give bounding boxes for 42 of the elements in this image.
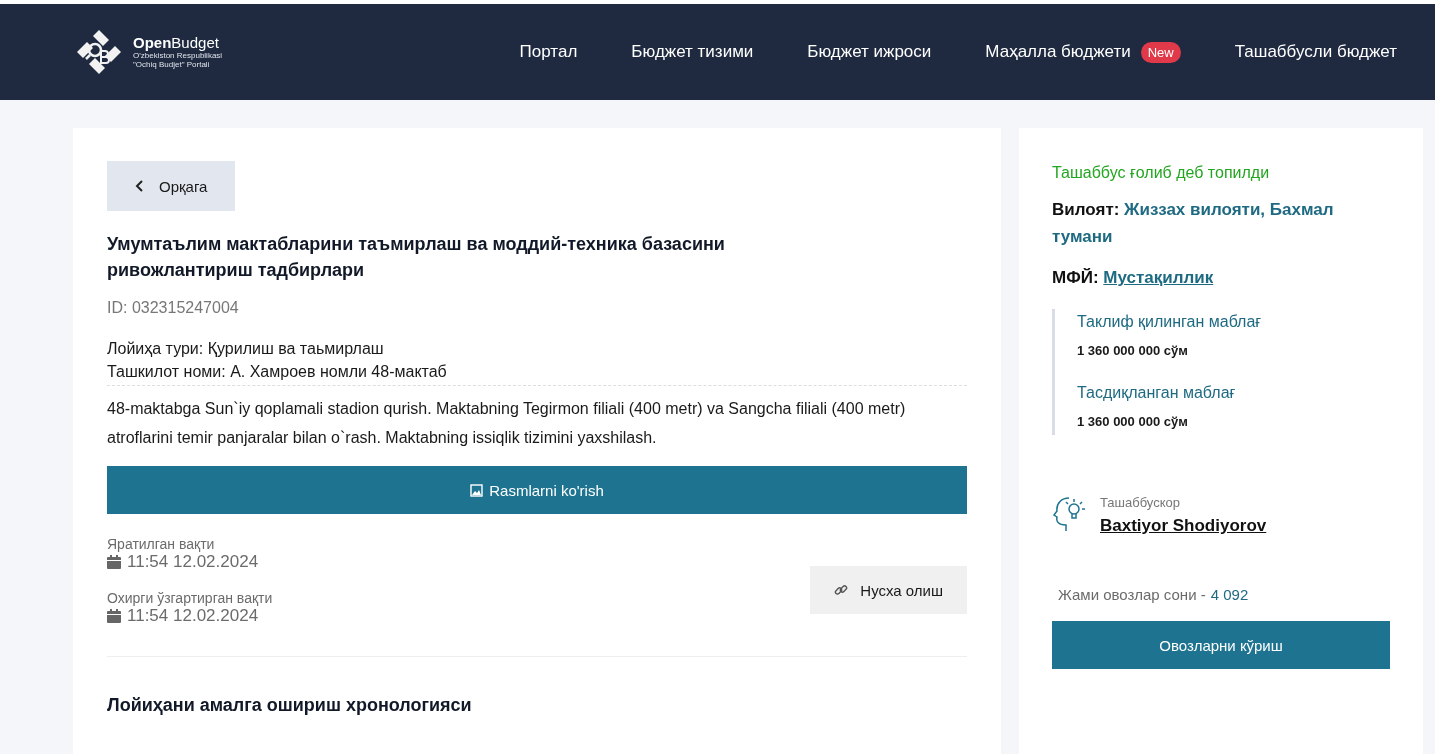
nav-link[interactable]: Ташаббусли бюджет <box>1234 42 1397 62</box>
date-label: Охирги ўзгартирган вақти <box>107 590 273 606</box>
logo-subtitle: "Ochiq Budjet" Portali <box>133 60 211 69</box>
nav-link[interactable]: Бюджет ижроси <box>807 42 932 62</box>
nav-link[interactable]: Бюджет тизими <box>631 42 754 62</box>
calendar-icon <box>107 609 121 623</box>
calendar-icon <box>107 555 121 569</box>
initiator-label: Ташаббускор <box>1100 495 1181 510</box>
amount-value: 1 360 000 000 сўм <box>1077 414 1189 429</box>
project-detail: Лойиҳа тури: Қурилиш ва таьмирлаш <box>107 339 385 359</box>
project-detail: Ташкилот номи: А. Хамроев номли 48-мактаб <box>107 362 448 382</box>
votes-label: Жами овозлар сони - <box>1058 586 1206 603</box>
nav-link[interactable]: Портал <box>519 42 578 62</box>
date-value: 11:54 12.02.2024 <box>127 552 259 572</box>
mfy-link[interactable]: Мустақиллик <box>1103 268 1214 287</box>
copy-button[interactable]: Нусха олиш <box>810 566 967 614</box>
view-votes-button[interactable]: Овозларни кўриш <box>1052 621 1390 669</box>
link-icon <box>834 583 849 597</box>
logo-name: OpenBudget <box>133 35 220 51</box>
status-text: Ташаббус ғолиб деб топилди <box>1052 164 1271 182</box>
amount-value: 1 360 000 000 сўм <box>1077 343 1189 358</box>
votes-count: 4 092 <box>1210 586 1249 603</box>
project-description: 48-maktabga Sun`iy qoplamali stadion qurish. Maktabning Tegirmon filiali (400 metr) va Sangcha filiali (400 metr) atroflarini temir panjaralar bilan o`rash. Maktabning issiqlik tizimini yaxshilash. <box>107 399 907 448</box>
date-label: Яратилган вақти <box>107 536 216 552</box>
project-title: Умумтаълим мактабларини таъмирлаш ва моддий-техника базасини ривожлантириш тадбирлари <box>107 233 726 282</box>
head-lightbulb-icon <box>1052 495 1086 533</box>
amount-label: Таклиф қилинган маблағ <box>1077 313 1263 331</box>
section-title: Лойиҳани амалга ошириш хронологияси <box>107 695 473 716</box>
project-id: ID: 032315247004 <box>107 299 240 317</box>
amount-label: Тасдиқланган маблағ <box>1077 384 1237 402</box>
chevron-left-icon <box>135 179 145 193</box>
nav-link[interactable]: Маҳалла бюджети New <box>985 41 1181 63</box>
back-button[interactable]: Орқага <box>107 161 236 211</box>
date-value: 11:54 12.02.2024 <box>127 606 259 626</box>
logo-subtitle: O'zbekiston Respublikasi <box>133 51 223 60</box>
mfy-label: МФЙ: <box>1052 268 1099 287</box>
view-photos-button[interactable]: Rasmlarni ko'rish <box>107 466 967 514</box>
logo-icon <box>75 28 123 76</box>
initiator-name-link[interactable]: Baxtiyor Shodiyorov <box>1100 516 1267 536</box>
region-info: Вилоят: Жиззах вилояти, Бахмал тумани <box>1052 199 1335 248</box>
new-badge: New <box>1140 41 1181 63</box>
image-icon <box>470 483 484 497</box>
